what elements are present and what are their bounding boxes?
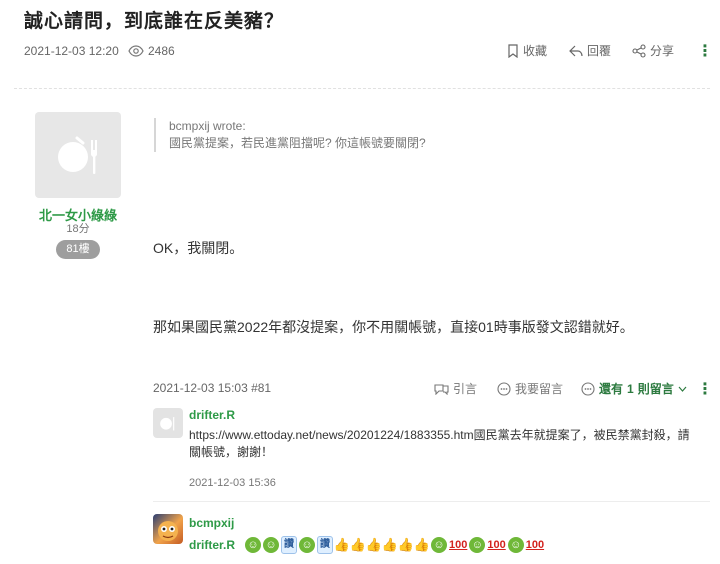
quote-author-line: bcmpxij wrote: xyxy=(169,119,246,133)
header-divider xyxy=(14,88,710,89)
read-emoji-icon: 讚 xyxy=(317,536,334,554)
quote-block: bcmpxij wrote: 國民黨提案，若民進黨阻擋呢? 你這帳號要關閉? xyxy=(154,118,426,152)
hundred-emoji-icon: 100 xyxy=(449,539,468,551)
hundred-emoji-icon: 100 xyxy=(487,539,506,551)
share-label: 分享 xyxy=(650,44,675,58)
reply-label: 回覆 xyxy=(587,44,612,58)
thumbs-up-icon: 👍 xyxy=(365,537,383,552)
quote-label: 引言 xyxy=(453,382,478,396)
chevron-down-icon xyxy=(678,386,687,392)
thumbs-up-icon: 👍 xyxy=(381,537,399,552)
comment-avatar[interactable] xyxy=(153,408,183,438)
kebab-icon[interactable]: ⋮ xyxy=(697,41,713,61)
comment-text: drifter.R ☺ ☺ 讚 ☺ 讚 👍 👍 👍 👍 👍 👍 ☺ 100 ☺ … xyxy=(189,536,544,554)
thread-title: 誠心請問，到底誰在反美豬？ xyxy=(24,11,285,32)
post-date: 2021-12-03 12:20 xyxy=(24,44,119,58)
kebab-icon[interactable]: ⋮ xyxy=(697,379,713,399)
quote-text: 國民黨提案，若民進黨阻擋呢? 你這帳號要關閉? xyxy=(169,136,426,150)
share-icon xyxy=(632,43,646,58)
smiley-emoji-icon: ☺ xyxy=(469,537,486,553)
replies-count: 1 xyxy=(627,381,634,396)
floor-badge: 81樓 xyxy=(56,240,100,259)
view-count-value: 2486 xyxy=(148,44,175,58)
comment-date: 2021-12-03 15:36 xyxy=(189,477,276,489)
replies-suffix: 則留言 xyxy=(637,382,674,396)
comment-avatar[interactable] xyxy=(153,514,183,544)
smiley-emoji-icon: ☺ xyxy=(431,537,448,553)
eye-icon xyxy=(128,45,144,57)
collect-label: 收藏 xyxy=(523,44,548,58)
read-emoji-icon: 讚 xyxy=(281,536,298,554)
hundred-emoji-icon: 100 xyxy=(525,539,545,551)
collect-button[interactable]: 收藏 xyxy=(507,42,547,59)
default-avatar-icon xyxy=(58,136,97,174)
comment-author[interactable]: bcmpxij xyxy=(189,516,234,530)
quote-icon xyxy=(434,384,449,395)
post-paragraph: OK，我關閉。 xyxy=(153,240,244,256)
thumbs-up-icon: 👍 xyxy=(397,537,415,552)
comment-label: 我要留言 xyxy=(515,382,564,396)
thumbs-up-icon: 👍 xyxy=(349,537,367,552)
post-meta: 2021-12-03 15:03 #81 xyxy=(153,381,272,395)
comment-icon xyxy=(581,381,595,396)
bookmark-icon xyxy=(508,43,518,58)
thumbs-up-icon: 👍 xyxy=(333,537,351,552)
default-avatar-icon xyxy=(160,417,175,431)
comment-button[interactable]: 我要留言 xyxy=(497,380,563,397)
quote-button[interactable]: 引言 xyxy=(434,380,477,397)
comment-text: https://www.ettoday.net/news/20201224/18… xyxy=(189,428,690,459)
view-count: 2486 xyxy=(128,44,175,58)
share-button[interactable]: 分享 xyxy=(632,42,674,59)
smiley-emoji-icon: ☺ xyxy=(507,537,524,553)
comment-divider xyxy=(153,501,710,502)
avatar[interactable] xyxy=(35,112,121,198)
replies-prefix: 還有 xyxy=(599,382,624,396)
character-avatar-icon xyxy=(158,521,178,541)
comment-author[interactable]: drifter.R xyxy=(189,408,235,422)
smiley-emoji-icon: ☺ xyxy=(263,537,280,553)
smiley-emoji-icon: ☺ xyxy=(245,537,262,553)
more-replies-toggle[interactable]: 還有 1 則留言 xyxy=(581,380,687,397)
thumbs-up-icon: 👍 xyxy=(413,537,431,552)
author-score: 18分 xyxy=(66,223,90,235)
comment-icon xyxy=(497,381,511,396)
smiley-emoji-icon: ☺ xyxy=(299,537,316,553)
post-paragraph: 那如果國民黨2022年都沒提案，你不用關帳號，直接01時事版發文認錯就好。 xyxy=(153,319,634,335)
reply-icon xyxy=(569,45,583,56)
mention-link[interactable]: drifter.R xyxy=(189,538,235,552)
reply-button[interactable]: 回覆 xyxy=(569,42,611,59)
